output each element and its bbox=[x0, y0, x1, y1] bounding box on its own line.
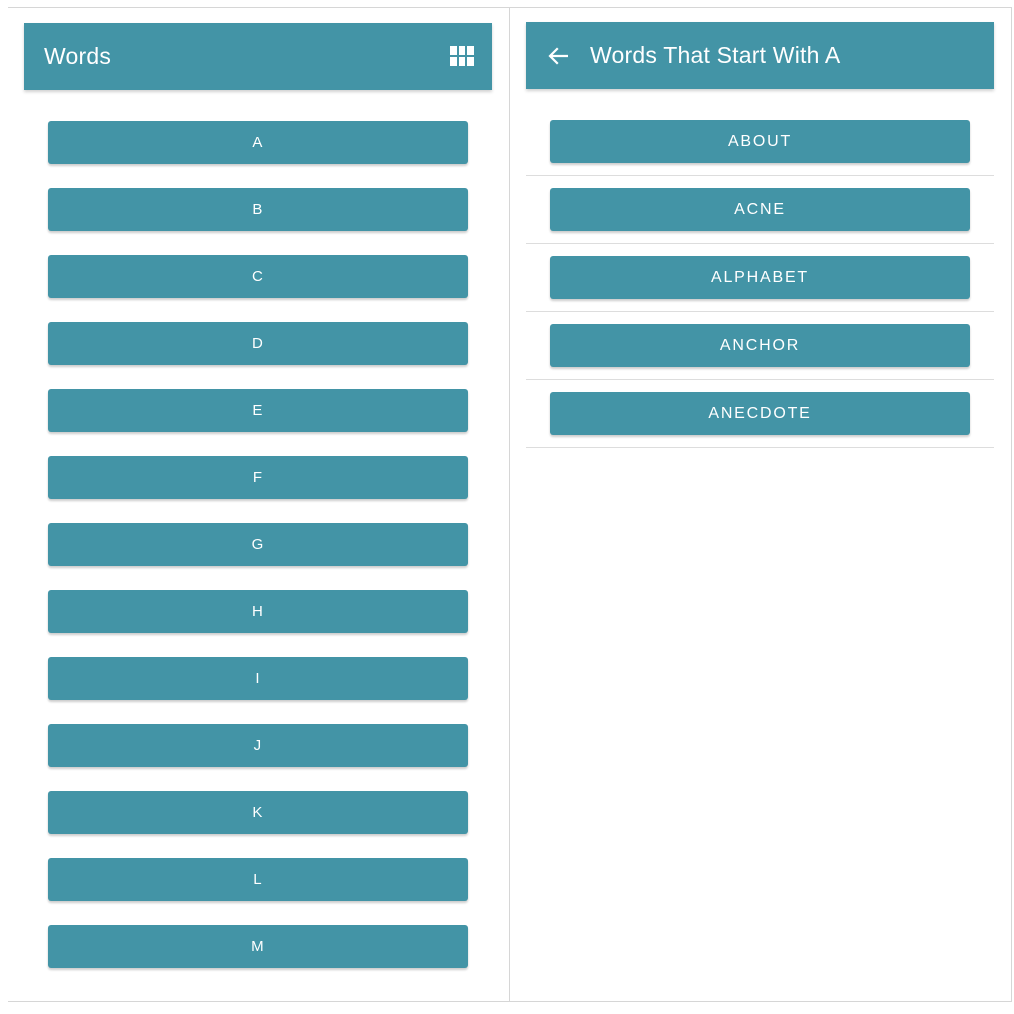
word-button[interactable]: ACNE bbox=[550, 188, 970, 231]
letter-button[interactable]: H bbox=[48, 590, 468, 633]
list-item: ANCHOR bbox=[526, 312, 994, 380]
word-button[interactable]: ABOUT bbox=[550, 120, 970, 163]
word-list: ABOUT ACNE ALPHABET ANCHOR ANECDOTE bbox=[526, 108, 994, 448]
word-button[interactable]: ANECDOTE bbox=[550, 392, 970, 435]
page-title: Words bbox=[44, 43, 112, 69]
letter-button[interactable]: F bbox=[48, 456, 468, 499]
list-item: ACNE bbox=[526, 176, 994, 244]
grid-view-icon[interactable] bbox=[450, 46, 474, 66]
page-title: Words That Start With A bbox=[590, 42, 841, 68]
word-button[interactable]: ANCHOR bbox=[550, 324, 970, 367]
letter-button[interactable]: M bbox=[48, 925, 468, 968]
letter-button[interactable]: E bbox=[48, 389, 468, 432]
letter-button[interactable]: D bbox=[48, 322, 468, 365]
list-item: ALPHABET bbox=[526, 244, 994, 312]
letter-button[interactable]: C bbox=[48, 255, 468, 298]
letter-button[interactable]: J bbox=[48, 724, 468, 767]
list-item: ANECDOTE bbox=[526, 380, 994, 448]
word-button[interactable]: ALPHABET bbox=[550, 256, 970, 299]
list-item: ABOUT bbox=[526, 108, 994, 176]
screen-divider bbox=[509, 7, 510, 1002]
letter-list: A B C D E F G H I J K L M bbox=[48, 121, 468, 992]
arrow-back-icon[interactable] bbox=[546, 44, 570, 68]
letter-button[interactable]: I bbox=[48, 657, 468, 700]
letter-button[interactable]: A bbox=[48, 121, 468, 164]
left-app-bar: Words bbox=[24, 23, 492, 90]
letter-button[interactable]: L bbox=[48, 858, 468, 901]
letter-button[interactable]: G bbox=[48, 523, 468, 566]
letter-button[interactable]: K bbox=[48, 791, 468, 834]
letter-button[interactable]: B bbox=[48, 188, 468, 231]
right-app-bar: Words That Start With A bbox=[526, 22, 994, 89]
